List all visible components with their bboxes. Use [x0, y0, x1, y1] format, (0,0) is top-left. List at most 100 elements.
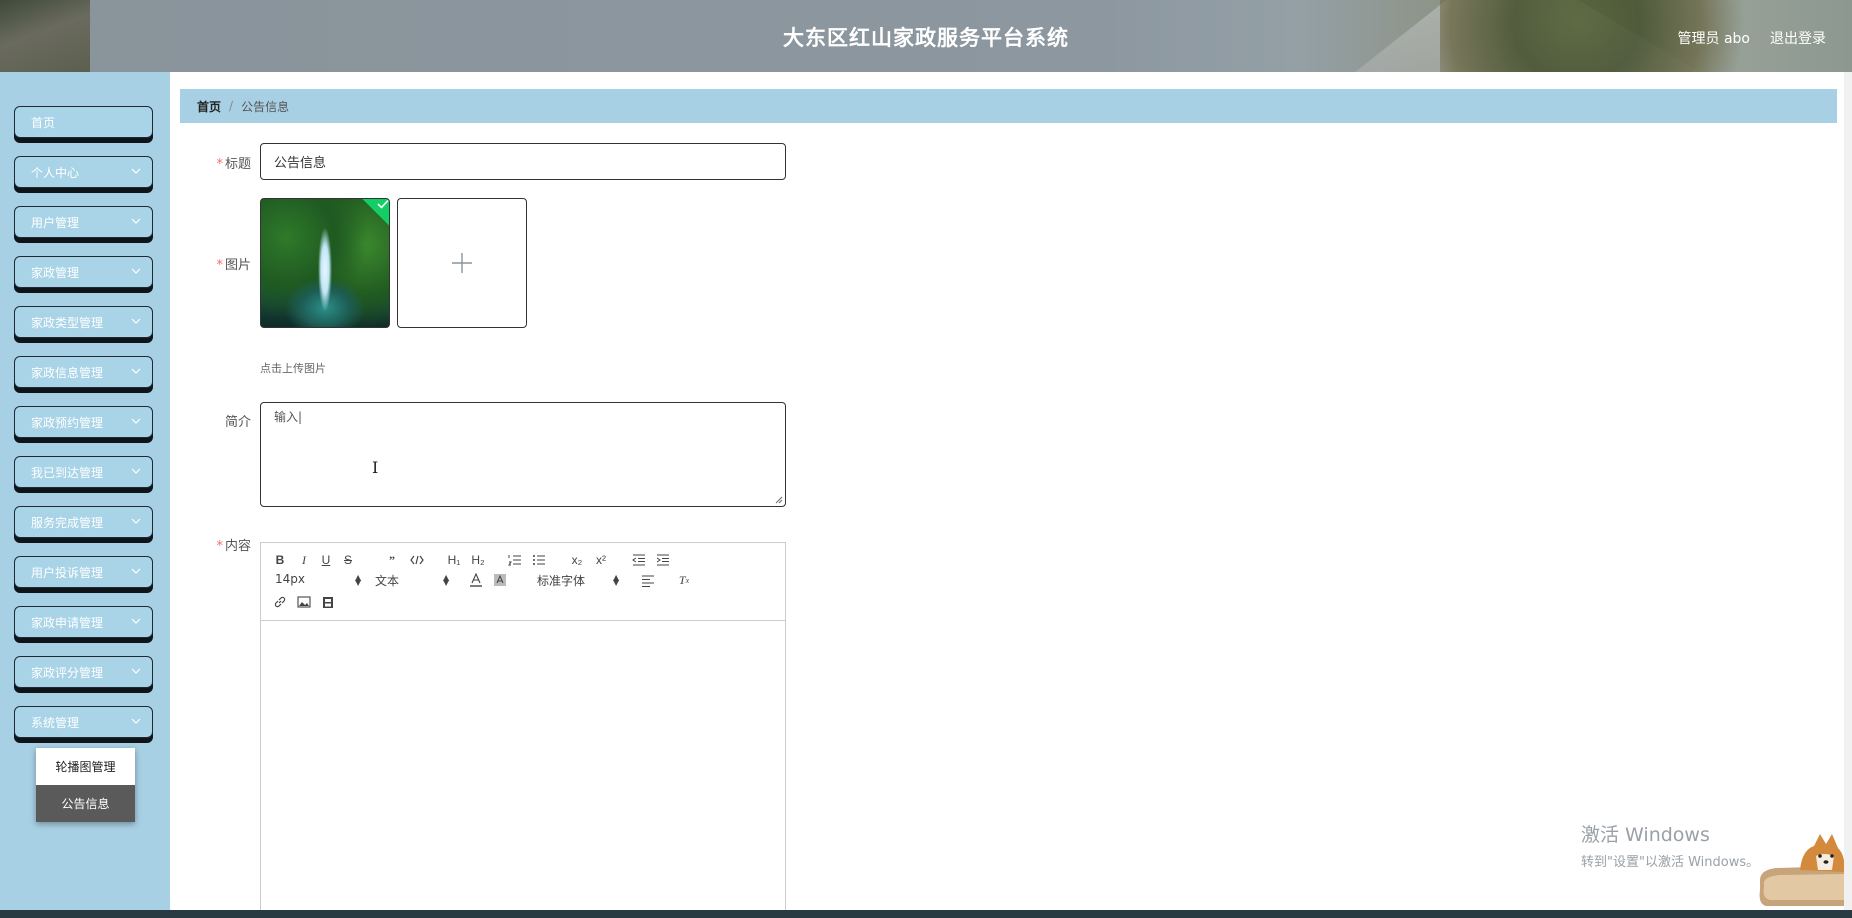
sidebar-item-home[interactable]: 首页 — [14, 106, 153, 138]
intro-textarea[interactable]: 输入| — [260, 402, 786, 507]
top-header: 大东区红山家政服务平台系统 管理员 abo 退出登录 — [0, 0, 1852, 72]
resize-handle-icon[interactable] — [775, 496, 783, 504]
required-marker: * — [216, 539, 223, 554]
content-label-text: 内容 — [224, 539, 251, 554]
editor-content-area[interactable] — [261, 621, 785, 918]
font-size-value: 14px — [275, 572, 305, 586]
image-button[interactable] — [297, 595, 311, 609]
indent-button[interactable] — [655, 553, 671, 567]
page-scrollbar[interactable] — [1844, 72, 1852, 918]
windows-activation-watermark: 激活 Windows 转到"设置"以激活 Windows。 — [1581, 820, 1759, 870]
required-marker: * — [216, 258, 223, 273]
superscript-button[interactable]: x² — [593, 553, 609, 567]
background-color-button[interactable] — [493, 573, 507, 587]
desktop-pet-corgi-icon[interactable] — [1756, 830, 1852, 906]
link-button[interactable] — [273, 595, 287, 609]
os-taskbar — [0, 910, 1852, 918]
chevron-down-icon — [131, 468, 141, 474]
select-arrow-icon: ▲ ▼ — [355, 573, 362, 587]
font-family-value: 标准字体 — [537, 574, 586, 588]
submenu-item-carousel[interactable]: 轮播图管理 — [36, 748, 135, 785]
italic-button[interactable]: I — [297, 553, 311, 567]
chevron-down-icon — [131, 568, 141, 574]
subscript-button[interactable]: x₂ — [569, 553, 585, 567]
sidebar-item-service-complete-management[interactable]: 服务完成管理 — [14, 506, 153, 538]
watermark-line-1: 激活 Windows — [1581, 824, 1710, 846]
font-color-button[interactable] — [469, 573, 483, 587]
uploaded-image-thumbnail[interactable] — [260, 198, 390, 328]
chevron-down-icon — [131, 618, 141, 624]
sidebar-item-label: 用户管理 — [31, 215, 80, 230]
outdent-icon — [632, 554, 645, 566]
content-field-label: * 内容 — [191, 535, 251, 554]
ordered-list-icon — [508, 555, 521, 566]
watermark-line-2: 转到"设置"以激活 Windows。 — [1581, 855, 1760, 870]
breadcrumb-home[interactable]: 首页 — [197, 98, 221, 115]
indent-icon — [656, 554, 669, 566]
chevron-down-icon — [131, 318, 141, 324]
sidebar-item-label: 家政类型管理 — [31, 315, 104, 330]
intro-label-text: 简介 — [224, 415, 251, 430]
header-2-button[interactable]: H₂ — [469, 553, 487, 567]
sidebar-item-label: 我已到达管理 — [31, 465, 104, 480]
sidebar-item-rating-management[interactable]: 家政评分管理 — [14, 656, 153, 688]
code-block-button[interactable] — [409, 553, 425, 567]
sidebar-item-label: 家政管理 — [31, 265, 80, 280]
code-icon — [410, 555, 424, 565]
sidebar-item-label: 家政预约管理 — [31, 415, 104, 430]
outdent-button[interactable] — [631, 553, 647, 567]
block-format-select[interactable]: 文本 ▲ ▼ — [375, 572, 450, 589]
blockquote-button[interactable]: ” — [385, 553, 399, 567]
image-icon — [297, 596, 311, 608]
breadcrumb: 首页 / 公告信息 — [180, 89, 1837, 123]
image-field-label: * 图片 — [191, 254, 251, 273]
sidebar-item-label: 个人中心 — [31, 165, 80, 180]
sidebar-item-personal-center[interactable]: 个人中心 — [14, 156, 153, 188]
chevron-down-icon — [131, 168, 141, 174]
title-field-label: * 标题 — [191, 153, 251, 172]
ordered-list-button[interactable] — [507, 553, 523, 567]
sidebar-item-arrival-management[interactable]: 我已到达管理 — [14, 456, 153, 488]
sidebar-item-housekeeping-management[interactable]: 家政管理 — [14, 256, 153, 288]
font-family-select[interactable]: 标准字体 ▲ ▼ — [537, 572, 619, 589]
chevron-down-icon — [131, 368, 141, 374]
app-title: 大东区红山家政服务平台系统 — [783, 26, 1069, 50]
intro-field-label: 简介 — [191, 411, 251, 430]
background-color-icon — [494, 574, 506, 586]
header-1-button[interactable]: H₁ — [445, 553, 463, 567]
sidebar-item-application-management[interactable]: 家政申请管理 — [14, 606, 153, 638]
sidebar-item-complaint-management[interactable]: 用户投诉管理 — [14, 556, 153, 588]
submenu-item-announcement[interactable]: 公告信息 — [36, 785, 135, 822]
title-input[interactable]: 公告信息 — [260, 143, 786, 180]
select-arrow-icon: ▲ ▼ — [443, 573, 450, 587]
logout-link[interactable]: 退出登录 — [1770, 28, 1826, 48]
strike-button[interactable]: S — [341, 553, 355, 567]
video-button[interactable] — [321, 595, 335, 609]
sidebar-item-housekeeping-type-management[interactable]: 家政类型管理 — [14, 306, 153, 338]
font-size-select[interactable]: 14px ▲ ▼ — [275, 572, 361, 588]
sidebar-item-booking-management[interactable]: 家政预约管理 — [14, 406, 153, 438]
sidebar-item-label: 家政申请管理 — [31, 615, 104, 630]
bold-button[interactable]: B — [273, 553, 287, 567]
chevron-down-icon — [131, 268, 141, 274]
align-left-icon — [642, 575, 654, 587]
block-format-value: 文本 — [375, 574, 400, 588]
video-icon — [323, 596, 333, 608]
font-color-icon — [470, 573, 482, 587]
upload-success-badge — [361, 199, 389, 226]
bullet-list-button[interactable] — [531, 553, 547, 567]
image-upload-button[interactable] — [397, 198, 527, 328]
sidebar-item-system-management[interactable]: 系统管理 — [14, 706, 153, 738]
plus-icon — [452, 253, 472, 273]
sidebar-item-housekeeping-info-management[interactable]: 家政信息管理 — [14, 356, 153, 388]
chevron-down-icon — [131, 518, 141, 524]
clean-format-button[interactable]: Tx — [677, 573, 691, 587]
system-management-submenu: 轮播图管理 公告信息 — [36, 748, 135, 822]
title-label-text: 标题 — [224, 157, 251, 172]
chevron-down-icon — [131, 668, 141, 674]
align-button[interactable] — [641, 574, 655, 588]
sidebar-item-user-management[interactable]: 用户管理 — [14, 206, 153, 238]
header-user-area: 管理员 abo 退出登录 — [1678, 28, 1826, 48]
current-user-label: 管理员 abo — [1677, 31, 1750, 47]
underline-button[interactable]: U — [319, 553, 333, 567]
